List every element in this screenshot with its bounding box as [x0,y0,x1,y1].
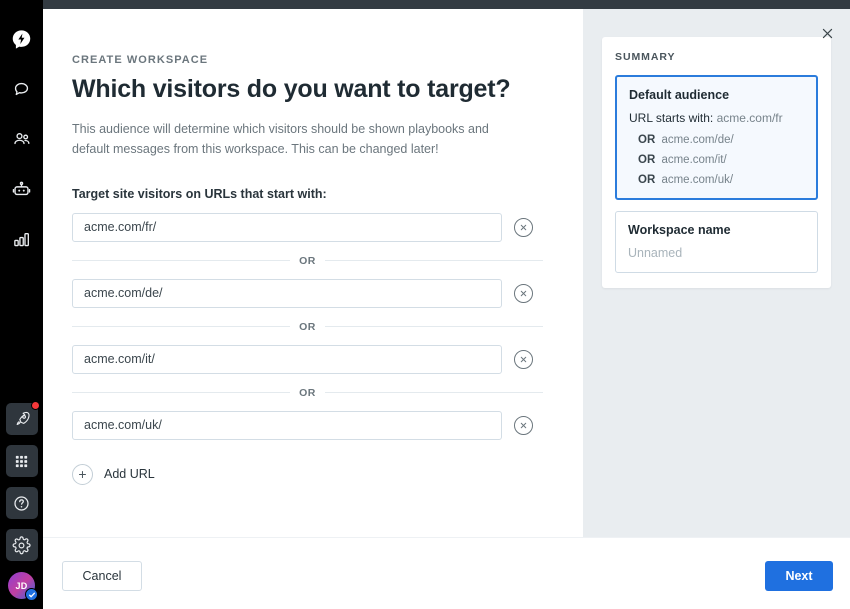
url-row [72,344,583,374]
remove-url-button-1[interactable] [514,217,533,237]
url-input-2[interactable] [72,278,502,308]
help-icon[interactable] [5,487,38,519]
summary-or-label: OR [638,134,656,146]
modal-content: CREATE WORKSPACE Which visitors do you w… [43,9,583,537]
or-separator: OR [72,255,543,267]
url-input-1[interactable] [72,212,502,242]
summary-rail: SUMMARY Default audience URL starts with… [583,9,850,537]
next-button[interactable]: Next [765,561,833,591]
reports-icon[interactable] [6,223,38,255]
page-description: This audience will determine which visit… [72,122,489,157]
summary-default-audience-block[interactable]: Default audience URL starts with: acme.c… [615,75,818,200]
add-url-label: Add URL [104,467,155,481]
avatar-initials: JD [15,580,28,591]
modal-footer: Cancel Next [43,537,850,609]
url-row [72,410,583,440]
avatar[interactable]: JD [8,572,38,601]
or-label: OR [299,254,316,267]
url-row [72,278,583,308]
drift-logo-icon[interactable] [6,23,38,55]
rocket-notification-badge [30,401,40,410]
summary-audience-url-primary: URL starts with: acme.com/fr [629,111,804,126]
breadcrumb: CREATE WORKSPACE [72,54,209,66]
or-label: OR [299,320,316,333]
or-label: OR [299,386,316,399]
verified-check-icon [25,588,38,601]
summary-workspace-heading: Workspace name [628,223,731,237]
close-icon[interactable] [814,20,840,46]
summary-audience-or-3: OR acme.com/uk/ [638,174,804,186]
url-input-4[interactable] [72,410,502,440]
summary-or-value: acme.com/de/ [661,134,734,146]
or-line-right [324,260,543,261]
or-line-left [72,260,291,261]
summary-workspace-name-block[interactable]: Workspace name Unnamed [615,211,818,273]
cancel-button[interactable]: Cancel [62,561,142,591]
remove-url-button-4[interactable] [514,415,533,435]
remove-url-button-3[interactable] [514,349,533,369]
window-titlebar [0,0,850,9]
summary-or-label: OR [638,154,656,166]
settings-gear-icon[interactable] [5,529,38,561]
app-sidebar: JD [0,0,43,609]
app-root: JD CREATE WORKSPACE Which visitors do yo… [0,0,850,609]
url-row [72,212,583,242]
apps-grid-icon[interactable] [5,445,38,477]
url-field-label: Target site visitors on URLs that start … [72,186,327,201]
summary-audience-or-1: OR acme.com/de/ [638,134,804,146]
or-separator: OR [72,387,543,399]
or-line-right [324,326,543,327]
summary-url-primary-value: acme.com/fr [716,111,783,125]
rocket-icon[interactable] [5,401,40,435]
contacts-icon[interactable] [6,123,38,155]
page-title: Which visitors do you want to target? [72,75,511,103]
summary-card: SUMMARY Default audience URL starts with… [602,37,831,288]
summary-audience-heading: Default audience [629,88,730,102]
or-separator: OR [72,321,543,333]
summary-url-prefix-label: URL starts with: [629,111,714,125]
summary-workspace-value: Unnamed [628,246,683,260]
summary-or-value: acme.com/uk/ [661,174,734,186]
summary-title: SUMMARY [615,51,676,63]
or-line-right [324,392,543,393]
bots-icon[interactable] [6,173,38,205]
sidebar-bottom-nav: JD [5,398,40,603]
or-line-left [72,392,291,393]
remove-url-button-2[interactable] [514,283,533,303]
url-input-3[interactable] [72,344,502,374]
add-url-button[interactable]: + Add URL [72,463,155,485]
create-workspace-modal: CREATE WORKSPACE Which visitors do you w… [43,9,850,609]
plus-icon: + [72,463,93,485]
conversations-icon[interactable] [6,73,38,105]
or-line-left [72,326,291,327]
summary-or-label: OR [638,174,656,186]
summary-audience-or-2: OR acme.com/it/ [638,154,804,166]
summary-or-value: acme.com/it/ [661,154,727,166]
sidebar-top-nav [6,14,38,264]
